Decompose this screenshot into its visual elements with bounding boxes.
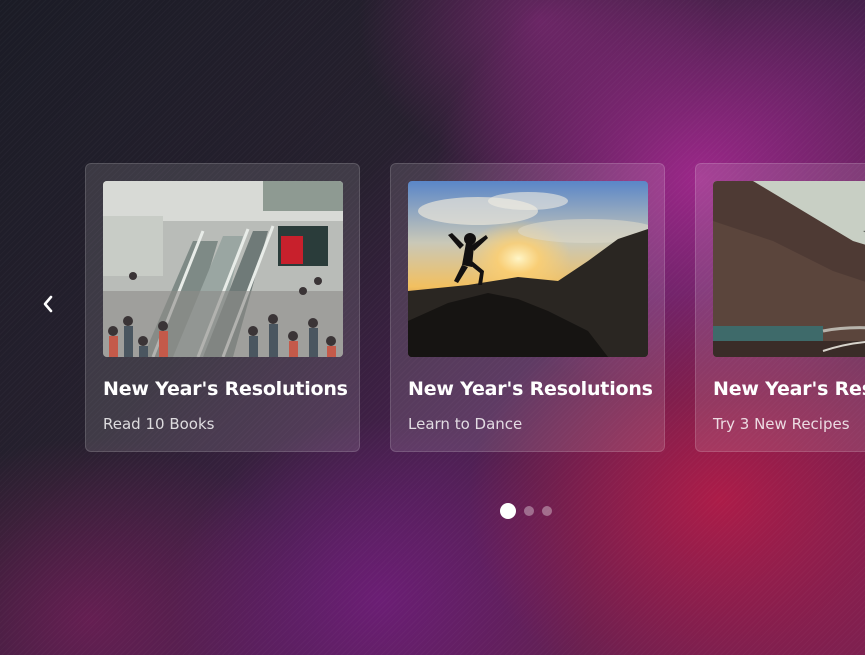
card-subtitle: Learn to Dance [408,415,523,433]
card-title: New Year's Resolutions [713,378,865,400]
mountain-lake-road-photo [713,181,865,357]
crowded-escalator-photo [103,181,343,357]
card-title: New Year's Resolutions [103,378,348,400]
carousel-card[interactable]: New Year's Resolutions Read 10 Books [85,163,360,452]
carousel-card[interactable]: New Year's Resolutions Learn to Dance [390,163,665,452]
carousel-track: New Year's Resolutions Read 10 Books New… [85,163,865,455]
carousel-card[interactable]: New Year's Resolutions Try 3 New Recipes [695,163,865,452]
carousel-pagination [500,503,552,519]
jumping-silhouette-sunset-photo [408,181,648,357]
card-title: New Year's Resolutions [408,378,653,400]
chevron-left-icon [43,295,53,313]
pagination-dot[interactable] [542,506,552,516]
card-subtitle: Try 3 New Recipes [713,415,850,433]
card-subtitle: Read 10 Books [103,415,215,433]
carousel-prev-button[interactable] [34,289,62,319]
pagination-dot-active[interactable] [500,503,516,519]
pagination-dot[interactable] [524,506,534,516]
